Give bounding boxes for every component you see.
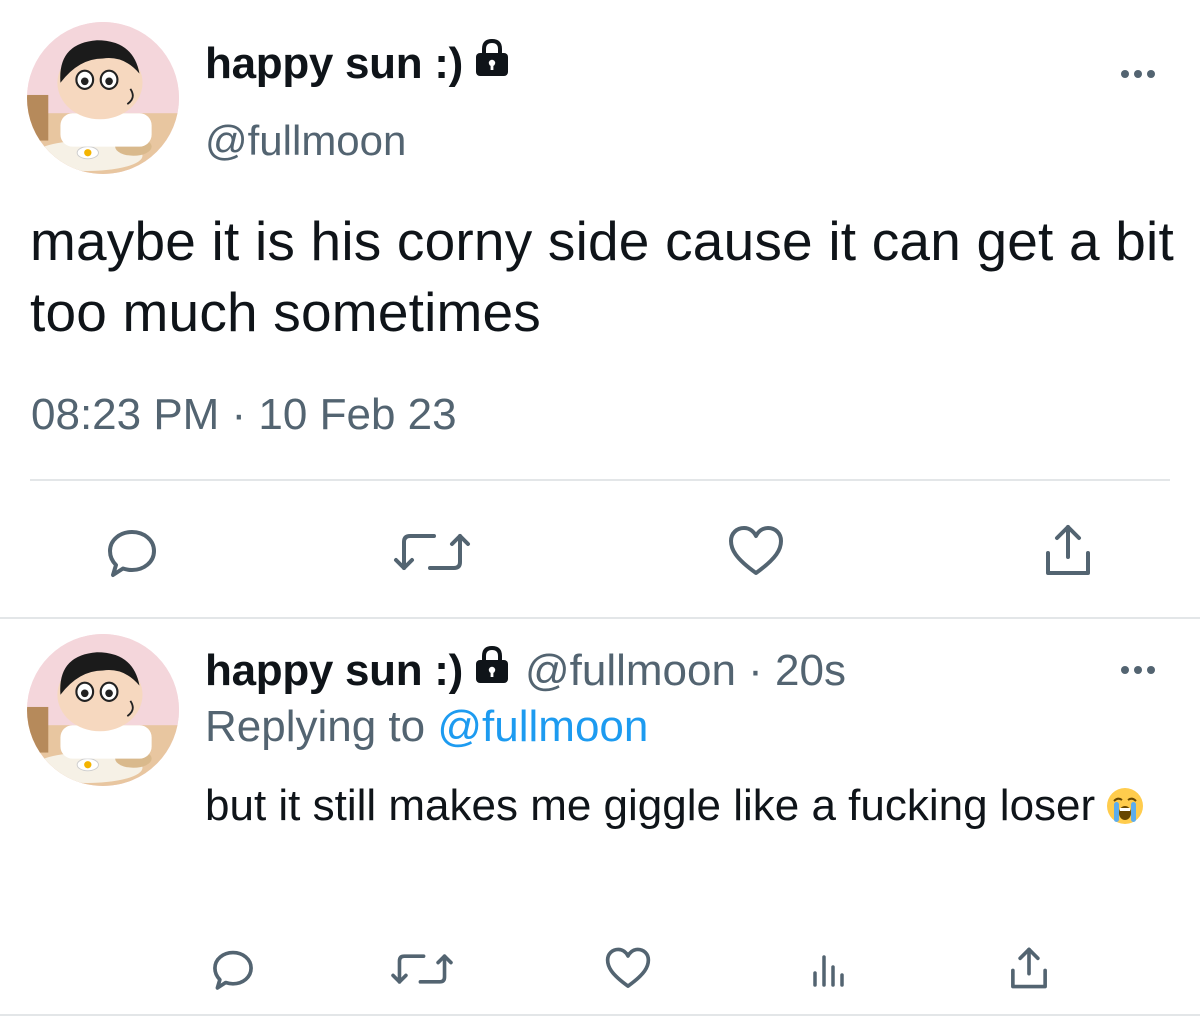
handle-time[interactable]: @fullmoon · 20s	[525, 646, 846, 696]
share-icon[interactable]	[1004, 942, 1054, 994]
divider	[0, 1014, 1200, 1016]
tweet-text: but it still makes me giggle like a fuck…	[205, 772, 1165, 846]
divider	[30, 479, 1170, 481]
tweet-text: maybe it is his corny side cause it can …	[30, 210, 1174, 343]
reply-icon[interactable]	[102, 522, 162, 582]
retweet-icon[interactable]	[384, 944, 460, 994]
reply-header: happy sun :) @fullmoon · 20s	[205, 645, 846, 696]
avatar[interactable]	[27, 634, 179, 786]
handle[interactable]: @fullmoon	[205, 117, 406, 165]
lock-icon	[473, 645, 511, 696]
lock-icon	[473, 38, 511, 89]
loudly-crying-face-emoji	[1105, 778, 1145, 846]
display-name-text: happy sun :)	[205, 38, 463, 88]
retweet-icon[interactable]	[386, 522, 478, 582]
timestamp[interactable]: 08:23 PM · 10 Feb 23	[31, 390, 457, 440]
like-icon[interactable]	[726, 522, 786, 582]
mention-link[interactable]: @fullmoon	[437, 702, 648, 751]
avatar[interactable]	[27, 22, 179, 174]
share-icon[interactable]	[1038, 518, 1098, 582]
more-dots-icon[interactable]	[1116, 648, 1160, 688]
more-dots-icon[interactable]	[1116, 52, 1160, 92]
replying-to: Replying to @fullmoon	[205, 702, 648, 752]
replying-prefix: Replying to	[205, 702, 426, 751]
like-icon[interactable]	[602, 944, 654, 994]
divider	[0, 617, 1200, 619]
reply-text: but it still makes me giggle like a fuck…	[205, 781, 1096, 830]
display-name[interactable]: happy sun :)	[205, 646, 463, 696]
reply-icon[interactable]	[208, 944, 258, 994]
analytics-icon[interactable]	[804, 946, 850, 992]
display-name[interactable]: happy sun :)	[205, 38, 511, 89]
